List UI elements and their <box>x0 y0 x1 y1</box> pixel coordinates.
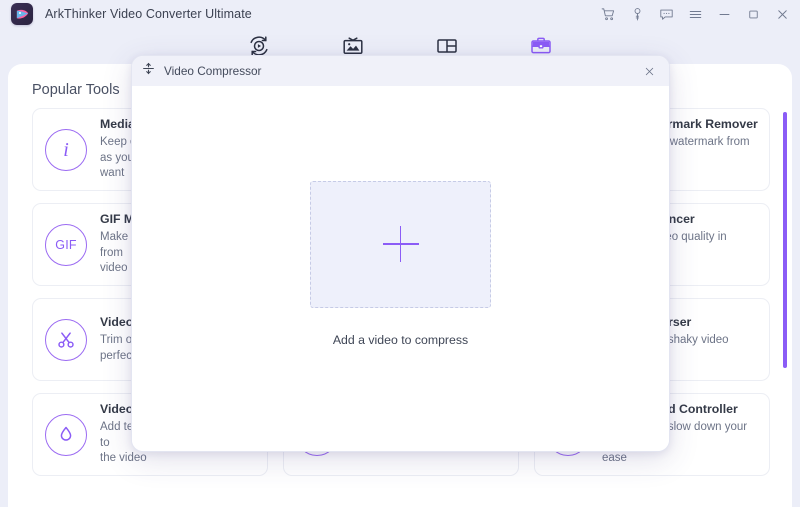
video-compressor-dialog: Video Compressor Add a video to compress <box>131 55 670 452</box>
app-title: ArkThinker Video Converter Ultimate <box>45 7 252 21</box>
app-logo-icon <box>11 3 33 25</box>
tool-desc-line2: ease <box>602 452 627 465</box>
dialog-body: Add a video to compress <box>132 86 669 451</box>
compress-arrows-icon <box>142 62 155 80</box>
info-circle-icon: i <box>45 128 87 171</box>
dialog-title: Video Compressor <box>164 64 262 78</box>
window-controls <box>600 0 790 28</box>
title-bar: ArkThinker Video Converter Ultimate <box>0 0 800 28</box>
key-icon[interactable] <box>629 6 645 22</box>
dropzone-label: Add a video to compress <box>332 332 469 347</box>
gif-icon: GIF <box>45 223 87 266</box>
scissors-icon <box>45 318 87 361</box>
menu-icon[interactable] <box>687 6 703 22</box>
minimize-icon[interactable] <box>716 6 732 22</box>
scrollbar-thumb[interactable] <box>783 112 787 368</box>
plus-icon <box>382 226 419 262</box>
tool-desc-line2: the video <box>100 452 147 465</box>
gif-glyph: GIF <box>55 237 77 252</box>
maximize-icon[interactable] <box>745 6 761 22</box>
close-icon[interactable] <box>774 6 790 22</box>
close-icon[interactable] <box>639 56 659 86</box>
add-video-dropzone[interactable] <box>310 180 491 308</box>
scrollbar[interactable] <box>780 64 790 507</box>
app-window: ArkThinker Video Converter Ultimate Popu… <box>0 0 800 507</box>
cart-icon[interactable] <box>600 6 616 22</box>
dialog-header[interactable]: Video Compressor <box>132 56 669 86</box>
feedback-icon[interactable] <box>658 6 674 22</box>
info-glyph: i <box>63 138 69 161</box>
droplet-icon <box>45 413 87 456</box>
